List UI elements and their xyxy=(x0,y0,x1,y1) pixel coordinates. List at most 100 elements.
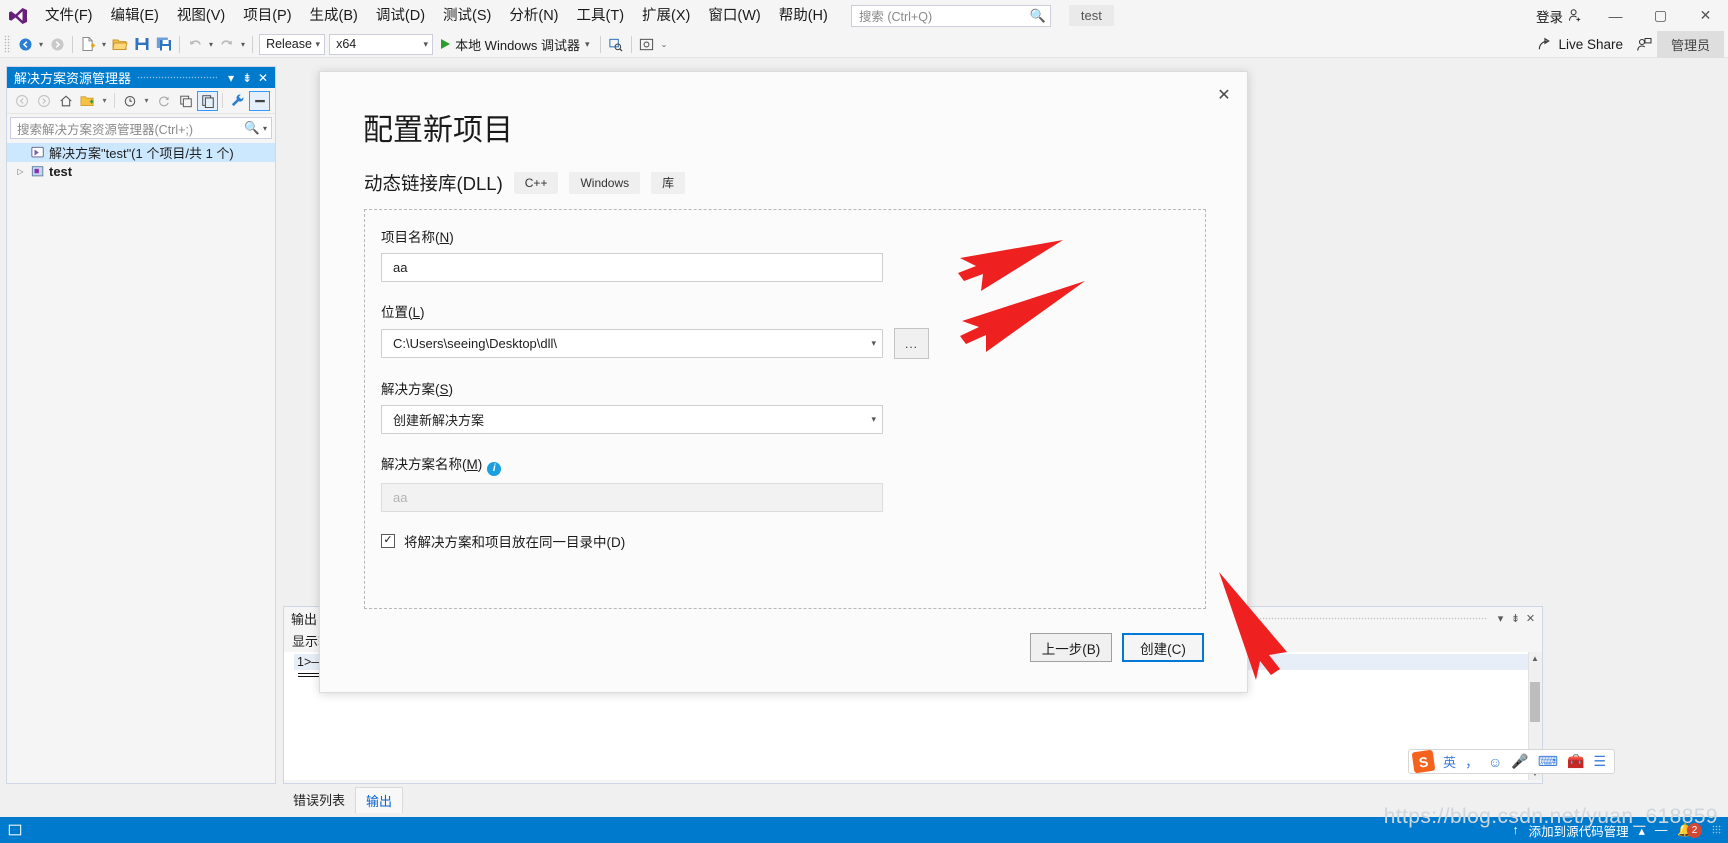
redo-dropdown[interactable]: ▾ xyxy=(238,40,248,49)
show-all-files-dropdown[interactable]: ▾ xyxy=(99,91,110,111)
chevron-down-icon-3: ▾ xyxy=(585,38,590,49)
person-add-icon xyxy=(1568,9,1581,22)
live-share-button[interactable]: Live Share xyxy=(1529,35,1631,54)
visual-studio-logo-icon xyxy=(0,0,36,31)
expander-icon-2[interactable]: ▷ xyxy=(15,167,26,176)
navigate-backward-dropdown[interactable]: ▾ xyxy=(36,40,46,49)
forward-icon[interactable] xyxy=(33,91,54,111)
menu-window[interactable]: 窗口(W) xyxy=(699,2,769,30)
search-options-dropdown[interactable]: ▾ xyxy=(263,124,267,133)
scroll-up-icon[interactable]: ▲ xyxy=(1530,654,1540,663)
collapse-all-icon[interactable] xyxy=(175,91,196,111)
tree-node-solution[interactable]: 解决方案"test"(1 个项目/共 1 个) xyxy=(7,143,275,162)
refresh-icon[interactable] xyxy=(153,91,174,111)
new-project-button[interactable] xyxy=(77,33,99,55)
project-name-label-end: ) xyxy=(449,230,454,245)
location-combo[interactable]: C:\Users\seeing\Desktop\dll\ ▾ xyxy=(381,329,883,358)
sogou-ime-bar[interactable]: S 英 ， ☺ 🎤 ⌨ 🧰 ☰ xyxy=(1408,749,1615,774)
panel-pin-button[interactable]: ⇟ xyxy=(239,71,255,85)
ime-menu-icon[interactable]: ☰ xyxy=(1593,753,1606,770)
source-control-label[interactable]: 添加到源代码管理 xyxy=(1529,821,1629,840)
same-directory-checkbox[interactable]: ✓ xyxy=(381,533,395,548)
solution-name-input[interactable]: aa xyxy=(381,482,883,512)
source-control-icon[interactable]: ↑ xyxy=(1512,823,1518,837)
save-button[interactable] xyxy=(131,33,153,55)
tab-output[interactable]: 输出 xyxy=(355,787,404,813)
menu-extensions[interactable]: 扩展(X) xyxy=(633,2,699,30)
ime-toolbox-icon[interactable]: 🧰 xyxy=(1567,753,1584,770)
window-close-button[interactable]: ✕ xyxy=(1683,0,1728,31)
menu-test[interactable]: 测试(S) xyxy=(434,2,500,30)
menu-build[interactable]: 生成(B) xyxy=(301,2,367,30)
solution-configuration-combo[interactable]: Release ▾ xyxy=(259,33,326,55)
back-button[interactable]: 上一步(B) xyxy=(1030,633,1112,662)
output-pin-button[interactable]: ⇟ xyxy=(1508,612,1523,625)
undo-dropdown[interactable]: ▾ xyxy=(206,40,216,49)
show-all-files-icon[interactable] xyxy=(77,91,98,111)
tab-error-list[interactable]: 错误列表 xyxy=(283,787,355,813)
pending-changes-icon[interactable] xyxy=(119,91,140,111)
create-button[interactable]: 创建(C) xyxy=(1122,633,1204,662)
window-minimize-button[interactable]: — xyxy=(1593,0,1638,31)
open-file-button[interactable] xyxy=(109,33,131,55)
save-icon xyxy=(135,38,149,50)
new-file-icon xyxy=(82,37,96,51)
ime-language-label[interactable]: 英 xyxy=(1443,752,1456,771)
menu-view[interactable]: 视图(V) xyxy=(168,2,234,30)
keyboard-icon[interactable]: ⌨ xyxy=(1538,753,1558,770)
output-close-button[interactable]: ✕ xyxy=(1523,612,1538,625)
feedback-button[interactable] xyxy=(1633,34,1655,56)
menu-analyze[interactable]: 分析(N) xyxy=(500,2,567,30)
same-directory-checkbox-row[interactable]: ✓ 将解决方案和项目放在同一目录中(D) xyxy=(381,531,1183,551)
info-icon[interactable]: i xyxy=(487,461,502,476)
menu-tools[interactable]: 工具(T) xyxy=(568,2,634,30)
navigate-forward-button[interactable] xyxy=(46,33,68,55)
toolbar-grip[interactable] xyxy=(4,35,11,53)
dialog-close-button[interactable]: ✕ xyxy=(1211,82,1237,108)
panel-menu-button[interactable]: ▾ xyxy=(223,71,239,85)
status-caret-icon[interactable]: ▴ xyxy=(1639,823,1645,838)
properties-wrench-icon[interactable] xyxy=(227,91,248,111)
camera-icon xyxy=(639,38,654,50)
menu-debug[interactable]: 调试(D) xyxy=(367,2,434,30)
project-name-input[interactable]: aa xyxy=(381,253,883,282)
home-icon[interactable] xyxy=(55,91,76,111)
start-debugging-button[interactable]: 本地 Windows 调试器 ▾ xyxy=(435,33,596,55)
properties-view-icon[interactable] xyxy=(197,90,218,111)
microphone-icon[interactable]: 🎤 xyxy=(1511,753,1528,770)
toolbar-overflow-button[interactable]: ⌄ xyxy=(658,40,671,49)
notifications-button[interactable]: 🔔 2 xyxy=(1677,822,1702,838)
pending-changes-dropdown[interactable]: ▾ xyxy=(141,91,152,111)
navigate-backward-button[interactable] xyxy=(14,33,36,55)
quick-launch-search[interactable]: 搜索 (Ctrl+Q) 🔍 xyxy=(850,4,1051,27)
attach-process-button[interactable] xyxy=(605,33,627,55)
tree-node-project[interactable]: ▷ test xyxy=(7,162,275,181)
redo-button[interactable] xyxy=(216,33,238,55)
menu-project[interactable]: 项目(P) xyxy=(234,2,300,30)
menu-help[interactable]: 帮助(H) xyxy=(770,2,837,30)
solution-combo[interactable]: 创建新解决方案 ▾ xyxy=(381,405,883,434)
open-folder-icon xyxy=(112,39,128,51)
undo-button[interactable] xyxy=(184,33,206,55)
new-project-dropdown[interactable]: ▾ xyxy=(99,40,109,49)
save-all-icon xyxy=(156,37,172,51)
menu-edit[interactable]: 编辑(E) xyxy=(102,2,168,30)
sign-in-button[interactable]: 登录 xyxy=(1526,6,1593,26)
location-label-end: ) xyxy=(420,305,425,320)
menu-file[interactable]: 文件(F) xyxy=(36,2,102,30)
screenshot-button[interactable] xyxy=(636,33,658,55)
se-separator-1 xyxy=(114,93,115,108)
solution-platform-combo[interactable]: x64 ▾ xyxy=(329,33,434,55)
solution-explorer-search-input[interactable]: 搜索解决方案资源管理器(Ctrl+;) 🔍 ▾ xyxy=(10,117,272,139)
browse-location-button[interactable]: ... xyxy=(894,328,929,359)
hide-preview-icon[interactable] xyxy=(249,90,270,111)
output-scroll-thumb[interactable] xyxy=(1530,682,1540,722)
back-icon[interactable] xyxy=(11,91,32,111)
resize-grip[interactable] xyxy=(1712,825,1722,835)
ime-punctuation-icon[interactable]: ， xyxy=(1465,752,1479,772)
output-menu-button[interactable]: ▾ xyxy=(1493,612,1508,625)
panel-close-button[interactable]: ✕ xyxy=(255,71,271,85)
window-maximize-button[interactable]: ▢ xyxy=(1638,0,1683,31)
emoji-icon[interactable]: ☺ xyxy=(1488,754,1502,770)
save-all-button[interactable] xyxy=(153,33,175,55)
